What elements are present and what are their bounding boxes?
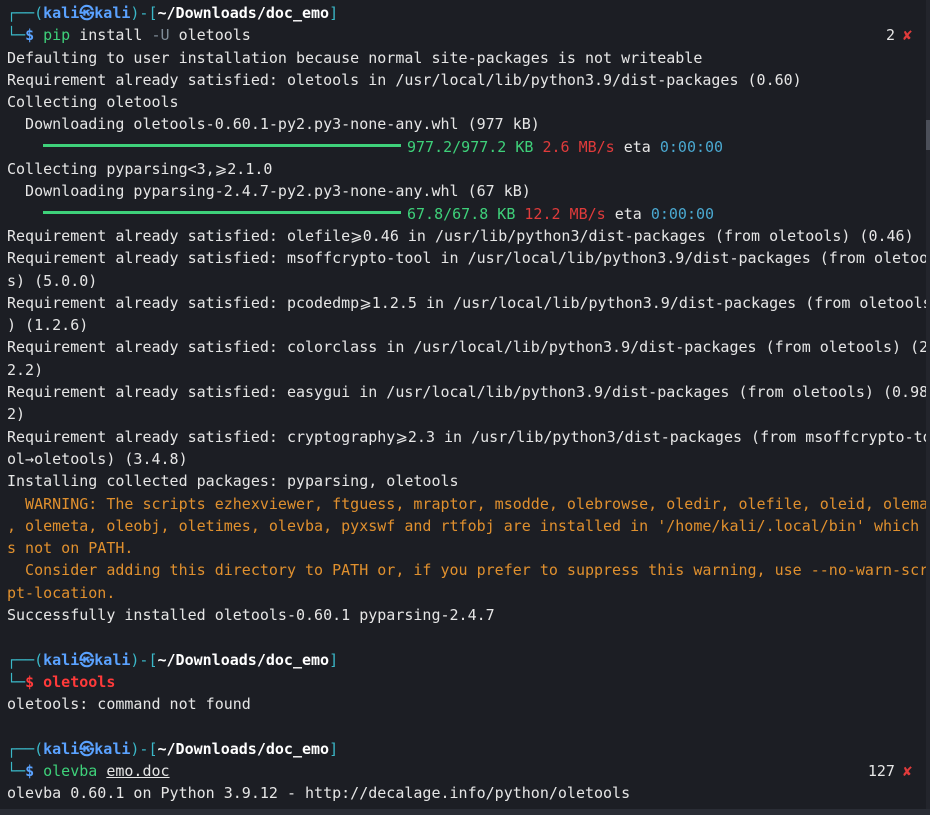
prompt-host: kali bbox=[94, 739, 131, 758]
output-line: ) (1.2.6) bbox=[7, 316, 89, 335]
output-line: Requirement already satisfied: colorclas… bbox=[7, 338, 930, 357]
prompt-header: ┌──(kali㉿kali)-[~/Downloads/doc_emo] bbox=[0, 649, 930, 671]
output-line: Installing collected packages: pyparsing… bbox=[7, 472, 459, 491]
progress-bar-2 bbox=[43, 210, 401, 214]
prompt-host: kali bbox=[94, 650, 131, 669]
prompt-user: kali bbox=[43, 650, 80, 669]
output-line: Requirement already satisfied: pcodedmp⩾… bbox=[7, 293, 930, 312]
exit-code: 127 bbox=[867, 762, 895, 781]
prompt-header: ┌──(kali㉿kali)-[~/Downloads/doc_emo] bbox=[0, 2, 930, 24]
output-line: Downloading pyparsing-2.4.7-py2.py3-none… bbox=[7, 182, 531, 201]
exit-status: 127 ✘ bbox=[868, 760, 912, 782]
exit-code: 2 bbox=[885, 26, 895, 45]
prompt-corner-top: ┌── bbox=[7, 650, 35, 669]
prompt-cwd: ~/Downloads/doc_emo bbox=[157, 4, 330, 22]
progress-size: 977.2/977.2 KB bbox=[407, 137, 534, 156]
prompt-user: kali bbox=[43, 739, 80, 758]
output-line: Collecting pyparsing<3,⩾2.1.0 bbox=[7, 160, 273, 179]
command-name: olevba bbox=[43, 762, 98, 781]
prompt-corner-top: ┌── bbox=[7, 4, 35, 22]
prompt-dollar: $ bbox=[25, 762, 35, 781]
output-line: Requirement already satisfied: oletools … bbox=[7, 70, 802, 89]
output-line: Requirement already satisfied: cryptogra… bbox=[7, 427, 930, 446]
progress-size: 67.8/67.8 KB bbox=[407, 204, 516, 223]
command-args: install bbox=[70, 26, 152, 45]
prompt-at-icon: ㉿ bbox=[79, 739, 95, 758]
command-name: pip bbox=[43, 26, 71, 45]
prompt-cwd: ~/Downloads/doc_emo bbox=[157, 650, 330, 669]
output-line: Collecting oletools bbox=[7, 93, 179, 112]
warning-line: s not on PATH. bbox=[7, 539, 134, 558]
exit-status: 2 ✘ bbox=[886, 24, 912, 46]
command-args-rest: oletools bbox=[169, 26, 251, 45]
prompt-dollar: $ bbox=[25, 26, 35, 45]
terminal-output: ┌──(kali㉿kali)-[~/Downloads/doc_emo] └─$… bbox=[0, 2, 930, 805]
output-line: Defaulting to user installation because … bbox=[7, 48, 703, 67]
warning-line: pt-location. bbox=[7, 583, 116, 602]
error-x-icon: ✘ bbox=[902, 762, 912, 781]
prompt-command-line: └─$ oletools bbox=[0, 671, 930, 693]
prompt-lparen: ( bbox=[34, 4, 44, 22]
output-line: Downloading oletools-0.60.1-py2.py3-none… bbox=[7, 115, 540, 134]
prompt-host: kali bbox=[94, 4, 131, 22]
warning-line: WARNING: The scripts ezhexviewer, ftgues… bbox=[7, 494, 930, 513]
terminal-window[interactable]: ┌──(kali㉿kali)-[~/Downloads/doc_emo] └─$… bbox=[0, 0, 930, 815]
output-line: oletools: command not found bbox=[7, 695, 251, 714]
scrollbar-thumb[interactable] bbox=[926, 120, 930, 150]
command-flag: -U bbox=[151, 26, 170, 45]
prompt-corner-bottom: └─ bbox=[7, 672, 26, 691]
prompt-header: ┌──(kali㉿kali)-[~/Downloads/doc_emo] bbox=[0, 738, 930, 760]
prompt-corner-bottom: └─ bbox=[7, 26, 26, 45]
output-line: olevba 0.60.1 on Python 3.9.12 - http://… bbox=[7, 784, 631, 803]
warning-line: Consider adding this directory to PATH o… bbox=[7, 561, 930, 580]
error-x-icon: ✘ bbox=[902, 26, 912, 45]
progress-speed: 12.2 MB/s bbox=[524, 204, 606, 223]
prompt-dollar: $ bbox=[25, 672, 35, 691]
prompt-rbracket: ] bbox=[329, 4, 339, 22]
download-progress-line: 67.8/67.8 KB 12.2 MB/s eta 0:00:00 bbox=[0, 203, 930, 225]
prompt-corner-bottom: └─ bbox=[7, 762, 26, 781]
output-line: Requirement already satisfied: easygui i… bbox=[7, 383, 930, 402]
output-line: Requirement already satisfied: msoffcryp… bbox=[7, 249, 930, 268]
output-line: ol→oletools) (3.4.8) bbox=[7, 449, 188, 468]
prompt-command-line: └─$ pip install -U oletools 2 ✘ bbox=[0, 24, 930, 46]
progress-eta: 0:00:00 bbox=[659, 137, 724, 156]
output-line: s) (5.0.0) bbox=[7, 271, 98, 290]
progress-speed: 2.6 MB/s bbox=[542, 137, 615, 156]
progress-eta: 0:00:00 bbox=[650, 204, 715, 223]
output-line: Successfully installed oletools-0.60.1 p… bbox=[7, 606, 495, 625]
terminal-bottom-edge bbox=[0, 809, 930, 815]
prompt-lparen: ( bbox=[34, 739, 44, 758]
output-line: 2) bbox=[7, 405, 26, 424]
prompt-user: kali bbox=[43, 4, 80, 22]
warning-line: , olemeta, oleobj, oletimes, olevba, pyx… bbox=[7, 516, 930, 535]
download-progress-line: 977.2/977.2 KB 2.6 MB/s eta 0:00:00 bbox=[0, 136, 930, 158]
scrollbar[interactable] bbox=[926, 0, 930, 815]
prompt-cwd: ~/Downloads/doc_emo bbox=[157, 739, 330, 758]
progress-bar-1 bbox=[43, 143, 401, 147]
output-line: 2.2) bbox=[7, 360, 44, 379]
prompt-rbracket: ] bbox=[329, 650, 339, 669]
command-file-arg: emo.doc bbox=[106, 762, 170, 781]
output-line: Requirement already satisfied: olefile⩾0… bbox=[7, 226, 914, 245]
progress-eta-label: eta bbox=[614, 204, 642, 223]
prompt-corner-top: ┌── bbox=[7, 739, 35, 758]
prompt-rbracket: ] bbox=[329, 739, 339, 758]
prompt-at-icon: ㉿ bbox=[79, 4, 95, 22]
prompt-lparen: ( bbox=[34, 650, 44, 669]
progress-eta-label: eta bbox=[623, 137, 651, 156]
prompt-command-line: └─$ olevba emo.doc 127 ✘ bbox=[0, 760, 930, 782]
command-name: oletools bbox=[43, 672, 116, 691]
prompt-at-icon: ㉿ bbox=[79, 650, 95, 669]
